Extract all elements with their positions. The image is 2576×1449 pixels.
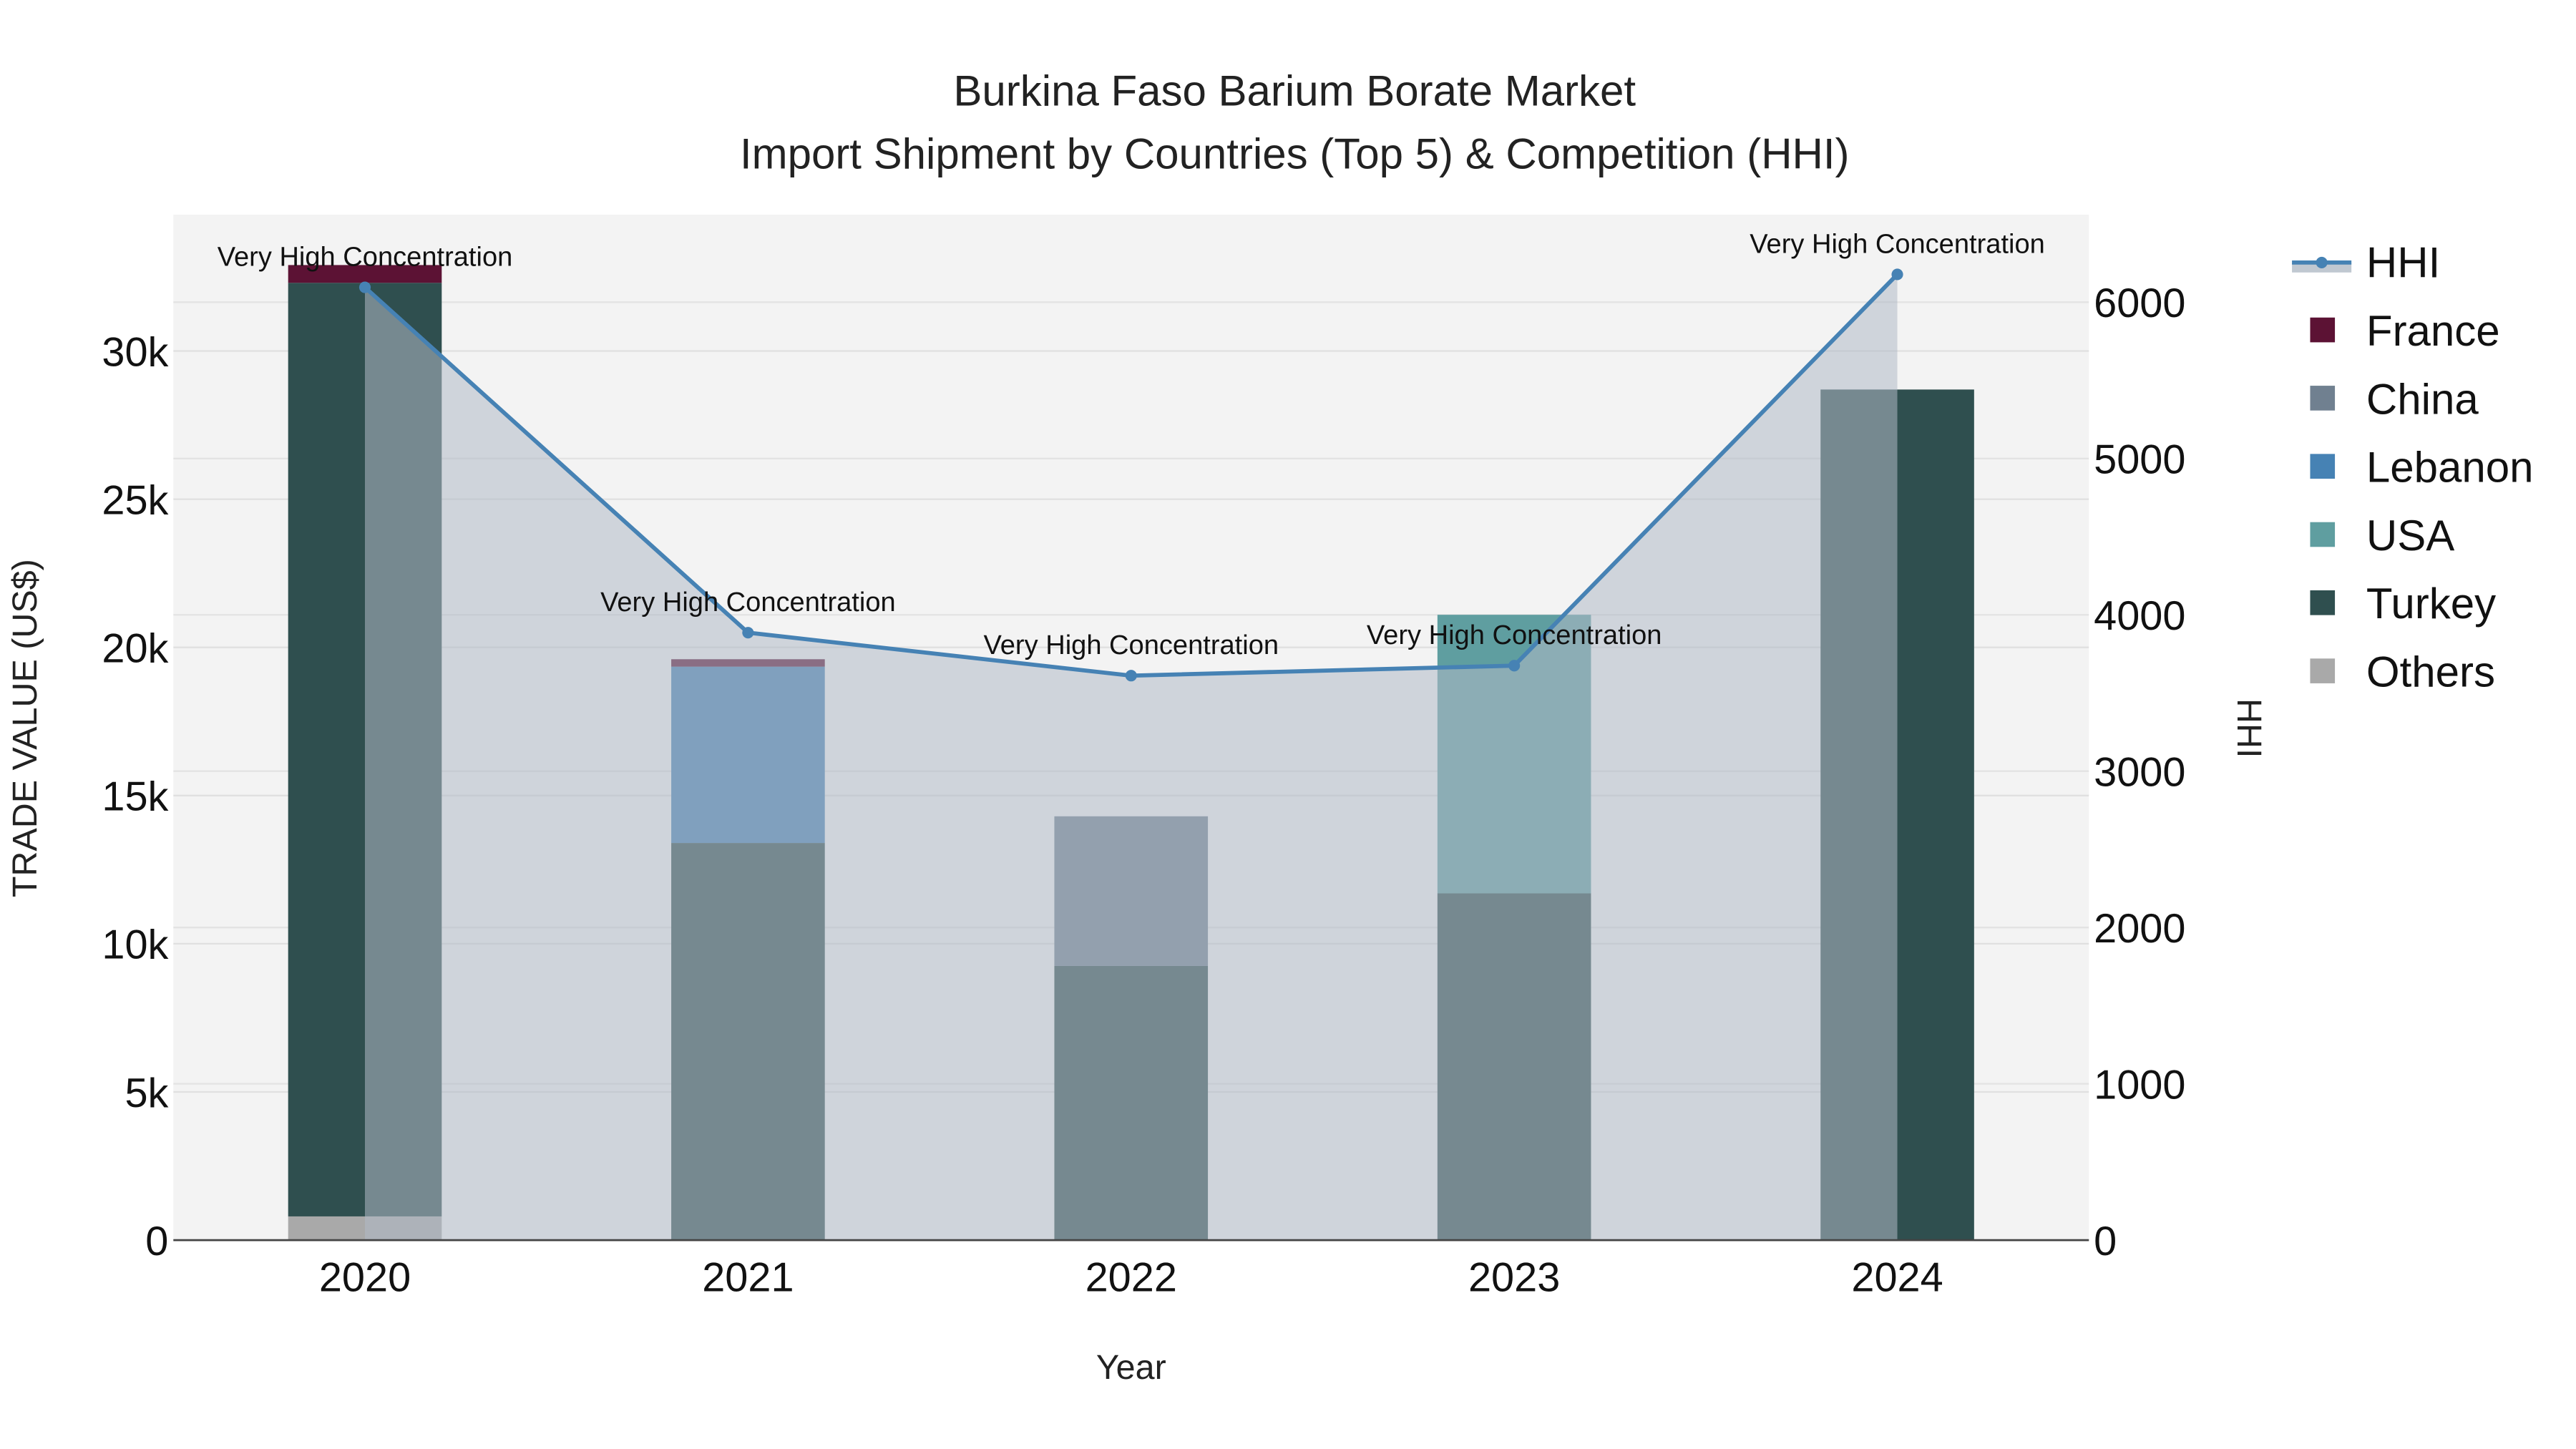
x-tick-label: 2020 <box>319 1255 411 1301</box>
legend-label: Lebanon <box>2366 444 2534 492</box>
y2-tick-label: 0 <box>2094 1219 2117 1264</box>
y-tick-label: 30k <box>102 329 168 375</box>
y2-tick-label: 1000 <box>2094 1062 2185 1108</box>
legend-label: Others <box>2366 648 2495 696</box>
hhi-point-2024 <box>1891 268 1903 280</box>
x-tick-label: 2023 <box>1468 1255 1560 1301</box>
hhi-annotation: Very High Concentration <box>1750 229 2045 259</box>
y-tick-label: 20k <box>102 625 168 671</box>
chart: Very High Concentration Very High Concent… <box>0 0 2576 1449</box>
x-tick-label: 2024 <box>1851 1255 1943 1301</box>
y2-tick-label: 3000 <box>2094 749 2185 795</box>
y-tick-label: 25k <box>102 477 168 523</box>
hhi-point-2023 <box>1508 660 1521 672</box>
legend-hhi-marker <box>2316 256 2328 268</box>
y-tick-label: 15k <box>102 774 168 820</box>
legend-swatch <box>2310 386 2336 411</box>
y2-tick-label: 2000 <box>2094 906 2185 952</box>
y-axis-label: TRADE VALUE (US$) <box>6 559 44 897</box>
x-axis-label: Year <box>1096 1348 1166 1387</box>
y2-tick-label: 6000 <box>2094 280 2185 326</box>
legend-swatch <box>2310 522 2336 547</box>
chart-title: Burkina Faso Barium Borate Market <box>953 67 1636 115</box>
legend-label: France <box>2366 307 2500 355</box>
y2-tick-label: 5000 <box>2094 437 2185 483</box>
hhi-point-2022 <box>1125 670 1137 682</box>
legend-label: HHI <box>2366 239 2440 287</box>
legend-swatch <box>2310 590 2336 615</box>
hhi-annotation: Very High Concentration <box>1367 620 1662 650</box>
legend-swatch <box>2310 454 2336 479</box>
y-tick-label: 0 <box>145 1219 168 1264</box>
y2-axis-label: HHI <box>2230 698 2268 758</box>
x-tick-label: 2022 <box>1085 1255 1177 1301</box>
chart-subtitle: Import Shipment by Countries (Top 5) & C… <box>740 130 1850 177</box>
hhi-annotation: Very High Concentration <box>600 587 896 618</box>
legend-swatch <box>2310 658 2336 683</box>
x-tick-label: 2021 <box>702 1255 794 1301</box>
y-tick-label: 5k <box>125 1070 168 1116</box>
hhi-point-2020 <box>358 281 371 293</box>
y-tick-label: 10k <box>102 922 168 968</box>
y2-tick-label: 4000 <box>2094 593 2185 639</box>
hhi-annotation: Very High Concentration <box>983 630 1279 660</box>
hhi-point-2021 <box>742 627 754 639</box>
legend-label: Turkey <box>2366 580 2496 628</box>
hhi-annotation: Very High Concentration <box>218 243 513 273</box>
legend-label: USA <box>2366 512 2454 560</box>
legend-label: China <box>2366 375 2479 423</box>
legend-swatch <box>2310 317 2336 343</box>
